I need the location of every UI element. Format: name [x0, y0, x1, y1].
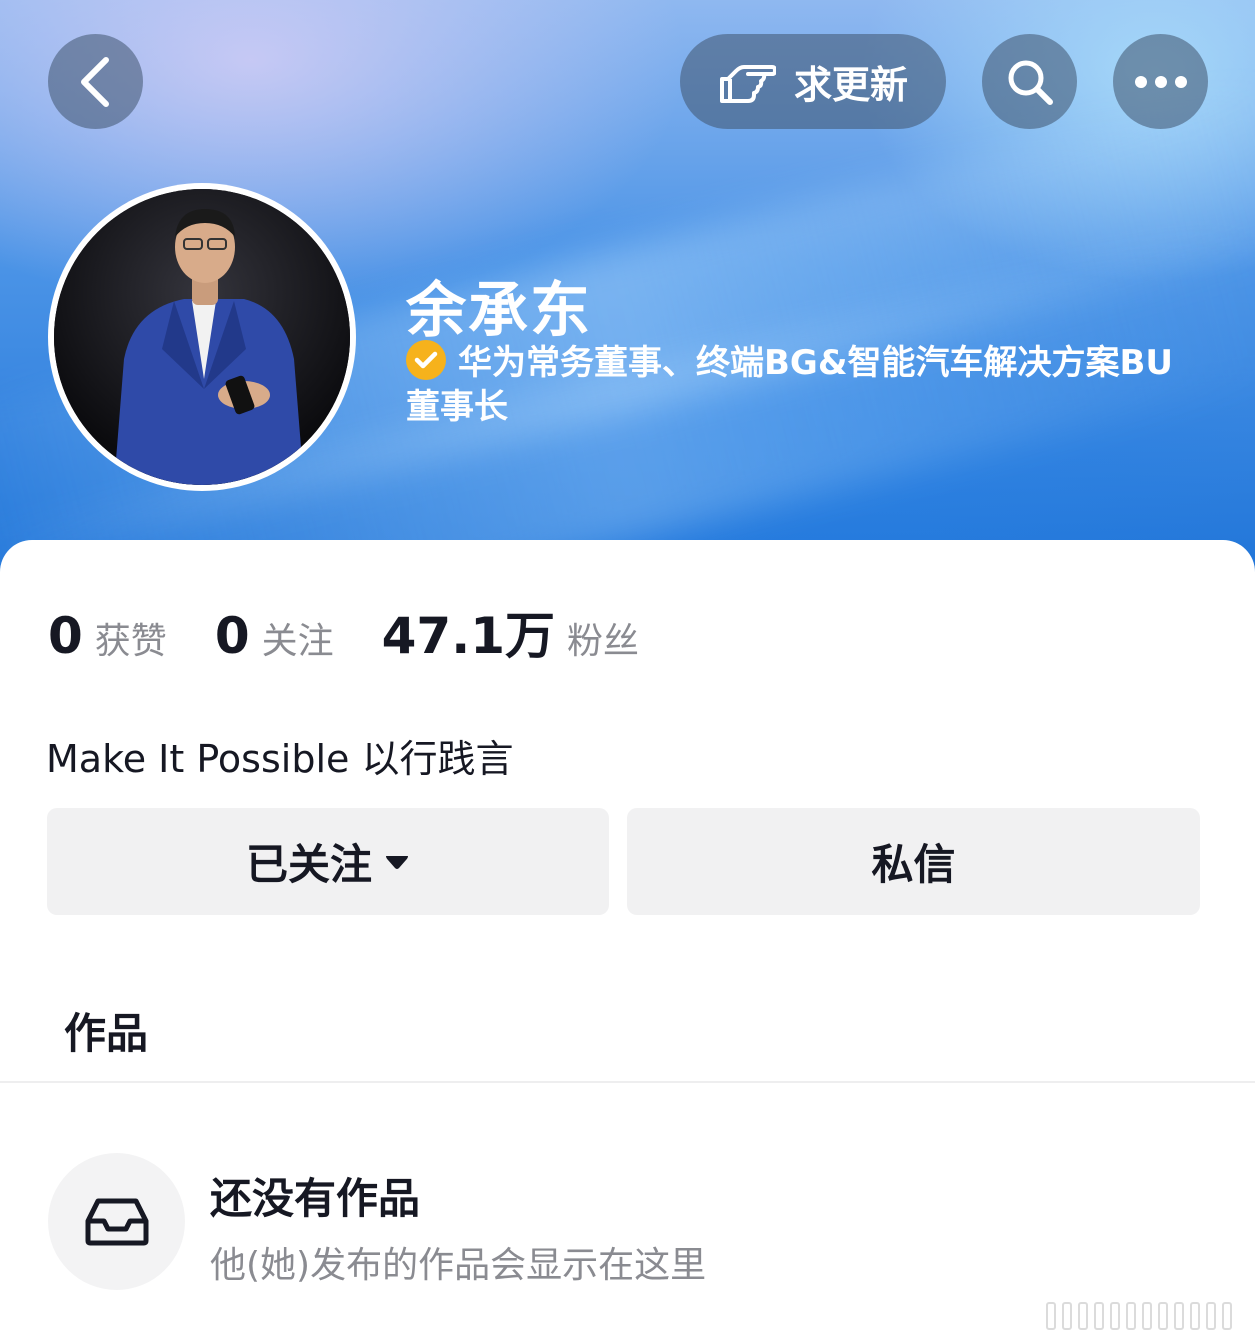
back-button[interactable]: [48, 34, 143, 129]
tab-works[interactable]: 作品: [64, 1000, 148, 1061]
chevron-left-icon: [80, 56, 109, 107]
likes-count[interactable]: 0: [48, 607, 83, 665]
following-label: 关注: [261, 621, 334, 662]
followers-count[interactable]: 47.1万: [382, 596, 555, 668]
watermark: [1046, 1302, 1242, 1332]
request-update-label: 求更新: [793, 63, 908, 107]
bio-text: Make It Possible 以行践言: [46, 737, 514, 781]
verification-text: 华为常务董事、终端BG&智能汽车解决方案BU董事长: [406, 343, 1173, 427]
likes-label: 获赞: [94, 621, 167, 662]
avatar[interactable]: [48, 183, 356, 491]
more-button[interactable]: [1113, 34, 1208, 129]
following-button-label: 已关注: [245, 840, 372, 889]
avatar-illustration: [54, 189, 350, 485]
verified-check-icon: [406, 340, 446, 380]
tab-divider: [0, 1081, 1255, 1083]
following-button[interactable]: 已关注: [47, 808, 609, 915]
caret-down-icon: [386, 855, 408, 869]
followers-label: 粉丝: [567, 621, 640, 662]
empty-state-title: 还没有作品: [210, 1174, 421, 1223]
message-button[interactable]: 私信: [627, 808, 1200, 915]
verification-line: 华为常务董事、终端BG&智能汽车解决方案BU董事长: [406, 340, 1206, 429]
pointing-hand-icon: [719, 64, 776, 103]
search-button[interactable]: [982, 34, 1077, 129]
stats-row: 0 获赞 0 关注 47.1万 粉丝: [48, 596, 687, 668]
avatar-photo: [54, 189, 350, 485]
empty-state-subtitle: 他(她)发布的作品会显示在这里: [210, 1245, 707, 1286]
profile-name: 余承东: [406, 276, 592, 346]
request-update-button[interactable]: 求更新: [680, 34, 946, 129]
following-count[interactable]: 0: [215, 607, 250, 665]
inbox-tray-icon: [85, 1198, 148, 1245]
empty-state-icon-wrap: [48, 1153, 185, 1290]
more-dots-icon: [1134, 75, 1187, 88]
profile-header: 求更新 余承东 华为常务董事、终端BG&智能汽车解决方案BU董事长: [0, 0, 1255, 600]
search-icon: [1008, 60, 1053, 105]
message-button-label: 私信: [871, 840, 956, 889]
